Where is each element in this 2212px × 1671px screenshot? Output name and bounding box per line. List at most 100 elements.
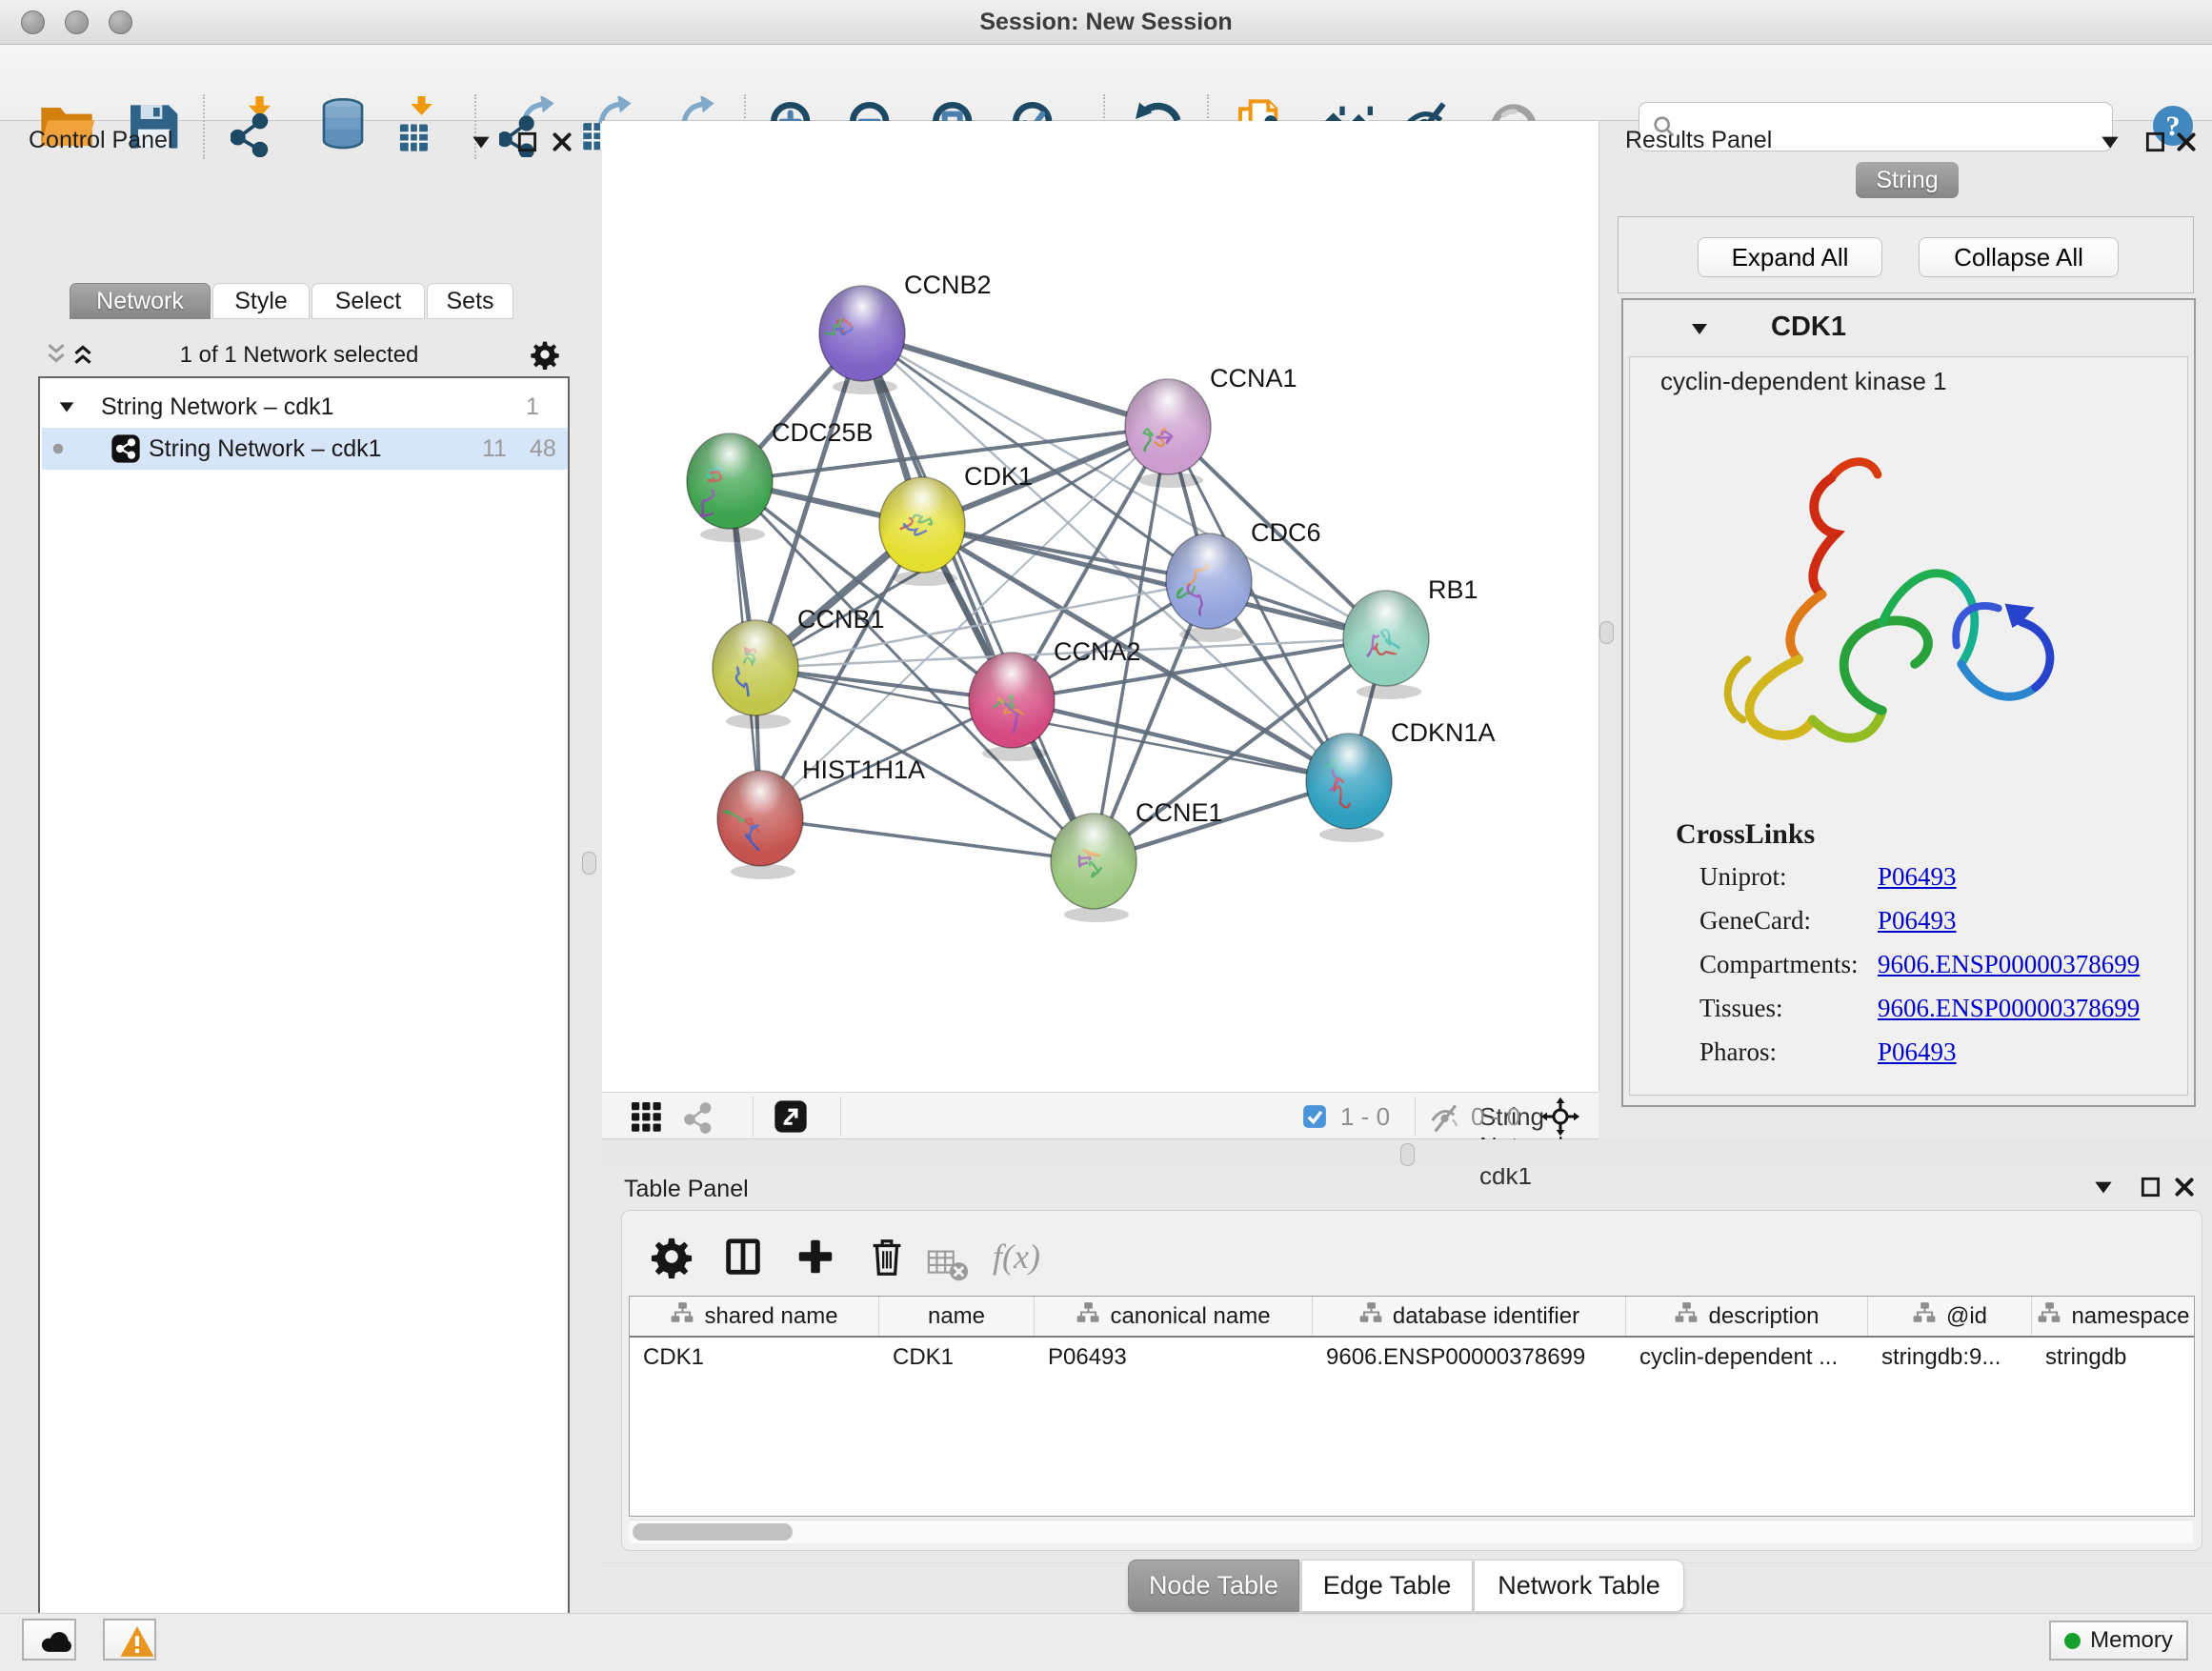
warning-icon [105, 1622, 154, 1661]
tab-string[interactable]: String [1856, 162, 1959, 198]
node-table[interactable]: shared name name canonical namedatabase id… [629, 1296, 2195, 1517]
collapse-all-button[interactable]: Collapse All [1919, 237, 2119, 277]
network-tree: String Network – cdk1 1 String Network –… [38, 376, 570, 1671]
warnings-button[interactable] [103, 1619, 156, 1661]
crosslink-row: Uniprot:P06493 [1699, 862, 2176, 905]
crosslink-row: Compartments:9606.ENSP00000378699 [1699, 950, 2176, 993]
tab-network[interactable]: Network [70, 283, 211, 319]
results-panel-title: Results Panel [1625, 127, 1772, 154]
panel-menu-caret-icon[interactable] [2091, 1175, 2116, 1199]
table-cell[interactable]: stringdb:9... [1868, 1338, 2032, 1378]
cloud-button[interactable] [22, 1619, 76, 1661]
column-header-namespace[interactable]: namespace [2032, 1297, 2195, 1336]
tab-node-table[interactable]: Node Table [1128, 1560, 1299, 1612]
hidden-counts: 0 - 0 [1471, 1102, 1520, 1132]
node-label-CDK1: CDK1 [964, 462, 1033, 491]
crosslink-label: Pharos: [1699, 1037, 1777, 1067]
tab-style[interactable]: Style [212, 283, 310, 319]
panel-float-icon[interactable] [515, 130, 540, 154]
application-window: Session: New Session ? Control Panel Net… [0, 0, 2212, 1671]
network-view-canvas[interactable]: CCNB2CCNA1CDC25BCDK1CDC6RB1CCNB1CCNA2CDK… [602, 121, 1599, 1092]
table-cell[interactable]: CDK1 [879, 1338, 1035, 1378]
memory-button[interactable]: Memory [2049, 1621, 2188, 1661]
panel-close-icon[interactable] [2172, 1175, 2197, 1199]
network-selection-status: 1 of 1 Network selected [32, 342, 566, 369]
hidden-eye-icon[interactable] [1429, 1101, 1463, 1136]
selected-checkbox-icon[interactable] [1300, 1102, 1329, 1131]
network-collection-label: String Network – cdk1 [101, 393, 334, 421]
table-cell[interactable]: cyclin-dependent ... [1626, 1338, 1868, 1378]
panel-float-icon[interactable] [2143, 130, 2168, 154]
network-row-selected[interactable]: String Network – cdk1 11 48 [42, 428, 568, 470]
hierarchy-icon [2037, 1300, 2061, 1332]
network-options-gear-icon[interactable] [530, 339, 560, 370]
crosslink-link[interactable]: 9606.ENSP00000378699 [1878, 950, 2140, 979]
network-graph[interactable]: CCNB2CCNA1CDC25BCDK1CDC6RB1CCNB1CCNA2CDK… [602, 121, 1599, 1092]
tree-expander-caret-icon[interactable] [56, 396, 77, 417]
network-node-count: 11 [482, 435, 507, 463]
network-node-HIST1H1A [717, 771, 803, 879]
delete-column-icon[interactable] [865, 1235, 909, 1278]
crosslink-link[interactable]: 9606.ENSP00000378699 [1878, 994, 2140, 1023]
column-header-description[interactable]: description [1626, 1297, 1868, 1336]
table-columns-icon[interactable] [721, 1235, 765, 1278]
panel-close-icon[interactable] [2174, 130, 2199, 154]
gene-description: cyclin-dependent kinase 1 [1660, 367, 1947, 396]
column-header-name[interactable]: name [879, 1297, 1035, 1336]
share-network-icon[interactable] [681, 1099, 715, 1134]
node-label-CCNA1: CCNA1 [1210, 364, 1297, 393]
node-label-CDC6: CDC6 [1251, 518, 1321, 547]
table-cell[interactable]: P06493 [1035, 1338, 1313, 1378]
hierarchy-icon [1076, 1300, 1100, 1332]
crosslink-link[interactable]: P06493 [1878, 906, 1957, 936]
panel-menu-caret-icon[interactable] [2098, 130, 2122, 154]
panel-close-icon[interactable] [550, 130, 574, 154]
hierarchy-icon [670, 1300, 694, 1332]
network-node-CCNA1 [1125, 379, 1211, 488]
tab-sets[interactable]: Sets [427, 283, 513, 319]
open-in-window-icon[interactable] [772, 1097, 810, 1136]
tab-select[interactable]: Select [312, 283, 425, 319]
network-collection-row[interactable]: String Network – cdk1 1 [42, 386, 568, 428]
network-selection-bar: 1 of 1 Network selected [32, 334, 566, 374]
column-header-database-identifier[interactable]: database identifier [1313, 1297, 1626, 1336]
table-gear-icon[interactable] [650, 1235, 694, 1278]
column-header-canonical-name[interactable]: canonical name [1035, 1297, 1313, 1336]
function-builder-icon: f(x) [993, 1237, 1059, 1280]
control-panel: Control Panel NetworkStyleSelectSets 1 o… [10, 121, 570, 1607]
scrollbar-thumb[interactable] [633, 1523, 793, 1540]
column-header-shared-name[interactable]: shared name [630, 1297, 879, 1336]
protein-structure-image [1682, 441, 2073, 813]
panel-float-icon[interactable] [2139, 1175, 2163, 1199]
crosslink-link[interactable]: P06493 [1878, 1037, 1957, 1067]
add-column-icon[interactable] [794, 1235, 837, 1278]
selected-counts: 1 - 0 [1340, 1102, 1390, 1132]
tab-network-table[interactable]: Network Table [1474, 1560, 1684, 1612]
table-cell[interactable]: 9606.ENSP00000378699 [1313, 1338, 1626, 1378]
collection-count: 1 [526, 393, 539, 421]
column-label: name [928, 1303, 985, 1330]
node-label-CCNB2: CCNB2 [904, 271, 992, 299]
node-label-RB1: RB1 [1428, 575, 1478, 604]
left-splitter-handle[interactable] [582, 852, 596, 875]
splitter-handle[interactable] [1400, 1143, 1415, 1166]
horizontal-splitter[interactable] [602, 1139, 2212, 1168]
panel-menu-caret-icon[interactable] [469, 130, 493, 154]
network-node-CCNB1 [713, 620, 798, 729]
crosslink-link[interactable]: P06493 [1878, 862, 1957, 892]
tab-edge-table[interactable]: Edge Table [1301, 1560, 1473, 1612]
node-label-CDC25B: CDC25B [772, 418, 874, 447]
table-cell[interactable]: CDK1 [630, 1338, 879, 1378]
expand-all-button[interactable]: Expand All [1698, 237, 1882, 277]
table-cell[interactable]: stringdb [2032, 1338, 2195, 1378]
gene-section-caret-icon[interactable] [1688, 317, 1711, 340]
table-horizontal-scrollbar[interactable] [630, 1520, 2193, 1543]
column-header--id[interactable]: @id [1868, 1297, 2032, 1336]
fit-crosshair-icon[interactable] [1540, 1097, 1580, 1137]
grid-view-icon[interactable] [629, 1099, 663, 1134]
control-panel-title: Control Panel [29, 127, 172, 154]
network-node-CDK1 [879, 477, 965, 586]
node-label-CDKN1A: CDKN1A [1391, 718, 1496, 747]
gene-details: cyclin-dependent kinase 1 [1629, 356, 2188, 1096]
column-label: namespace [2071, 1303, 2189, 1330]
